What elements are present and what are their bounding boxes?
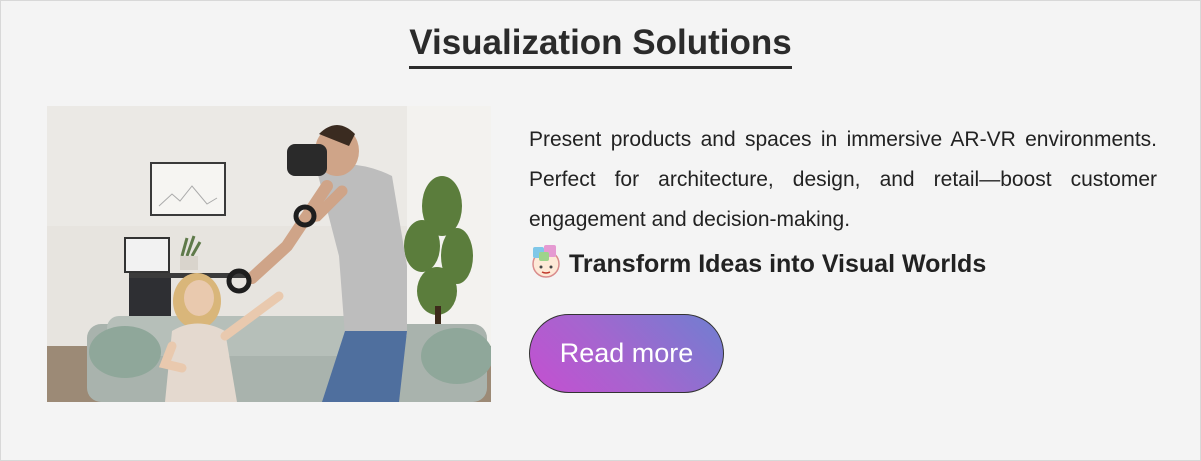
read-more-button[interactable]: Read more [529, 314, 724, 393]
section-title-wrap: Visualization Solutions [1, 23, 1200, 69]
subheading: Transform Ideas into Visual Worlds [569, 250, 987, 278]
vr-headset-emoji-icon [532, 244, 560, 278]
visualization-section: Visualization Solutions Present products… [0, 0, 1201, 461]
subheading-row: Transform Ideas into Visual Worlds [529, 242, 1157, 279]
section-description: Present products and spaces in immersive… [529, 128, 1157, 231]
content-column: Present products and spaces in immersive… [529, 120, 1157, 279]
section-title: Visualization Solutions [409, 24, 792, 69]
vr-photo [47, 106, 491, 402]
